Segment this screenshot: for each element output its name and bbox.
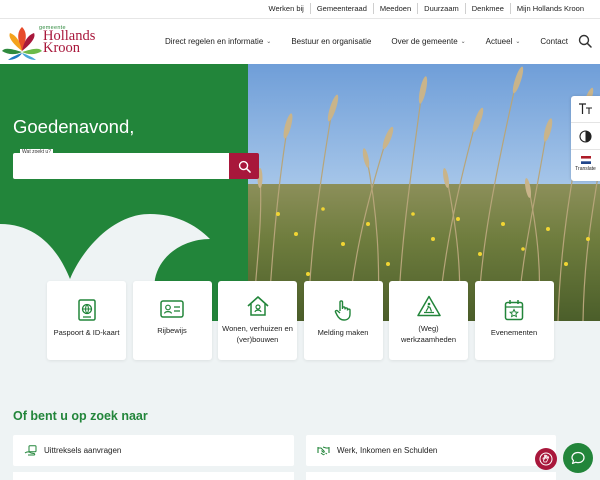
- text-size-icon: [579, 103, 592, 114]
- translate-label: Translate: [575, 165, 596, 172]
- nav-bestuur[interactable]: Bestuur en organisatie: [291, 37, 371, 46]
- logo[interactable]: gemeente Hollands Kroon: [2, 23, 102, 61]
- calendar-star-icon: [504, 300, 524, 321]
- link-label: Uittreksels aanvragen: [44, 446, 122, 455]
- id-card-icon: [160, 300, 184, 318]
- card-label: Wonen, verhuizen en (ver)bouwen: [222, 324, 293, 344]
- nav-actueel[interactable]: Actueel ⌄: [486, 37, 521, 46]
- search-icon[interactable]: [578, 34, 592, 48]
- greeting-heading: Goedenavond,: [13, 116, 135, 137]
- search-button[interactable]: [229, 153, 259, 179]
- handshake-icon: [317, 446, 330, 456]
- hand-gesture-icon: [539, 452, 553, 466]
- card-werkzaamheden[interactable]: (Weg) werkzaamheden: [389, 281, 468, 360]
- search-label: Wat zoekt u?: [20, 149, 53, 155]
- nav-direct-regelen[interactable]: Direct regelen en informatie ⌄: [165, 37, 271, 46]
- translate-button[interactable]: Translate: [571, 150, 600, 177]
- card-paspoort[interactable]: Paspoort & ID-kaart: [47, 281, 126, 360]
- topnav-meedoen[interactable]: Meedoen: [372, 3, 417, 14]
- main-navigation: Direct regelen en informatie ⌄ Bestuur e…: [165, 37, 588, 46]
- card-label: Melding maken: [317, 328, 369, 337]
- chevron-down-icon: ⌄: [515, 39, 521, 45]
- card-rijbewijs[interactable]: Rijbewijs: [132, 281, 212, 360]
- search-icon: [238, 160, 251, 173]
- logo-text: Hollands Kroon: [43, 28, 96, 56]
- card-label: Paspoort & ID-kaart: [53, 328, 120, 337]
- link-row-partial[interactable]: [306, 472, 556, 480]
- card-evenementen[interactable]: Evenementen: [474, 281, 554, 360]
- topnav-denkmee[interactable]: Denkmee: [464, 3, 510, 14]
- link-uittreksels[interactable]: Uittreksels aanvragen: [13, 435, 294, 466]
- card-label: Evenementen: [490, 328, 538, 337]
- site-header: gemeente Hollands Kroon Direct regelen e…: [0, 19, 600, 64]
- link-werk-inkomen[interactable]: Werk, Inkomen en Schulden: [306, 435, 556, 466]
- section-title: Of bent u op zoek naar: [13, 409, 148, 423]
- card-wonen[interactable]: Wonen, verhuizen en (ver)bouwen: [218, 281, 297, 360]
- text-size-button[interactable]: [571, 96, 600, 123]
- chat-bubble-icon: [571, 451, 585, 465]
- topnav-gemeenteraad[interactable]: Gemeenteraad: [309, 3, 373, 14]
- chevron-down-icon: ⌄: [266, 39, 272, 45]
- utility-bar: Werken bij Gemeenteraad Meedoen Duurzaam…: [0, 0, 600, 19]
- dutch-flag-icon: [580, 155, 591, 164]
- contrast-button[interactable]: [571, 123, 600, 150]
- card-label: Rijbewijs: [157, 326, 187, 335]
- nav-over-de-gemeente[interactable]: Over de gemeente ⌄: [391, 37, 465, 46]
- link-label: Werk, Inkomen en Schulden: [337, 446, 438, 455]
- contrast-icon: [579, 129, 592, 143]
- topnav-werken-bij[interactable]: Werken bij: [263, 3, 310, 14]
- passport-icon: [77, 299, 96, 321]
- house-icon: [246, 296, 269, 316]
- chevron-down-icon: ⌄: [460, 39, 466, 45]
- hand-document-icon: [24, 445, 37, 456]
- chat-button[interactable]: [563, 443, 593, 473]
- card-label: (Weg) werkzaamheden: [400, 324, 457, 344]
- accessibility-toolbar: Translate: [571, 96, 600, 181]
- link-row-partial[interactable]: [13, 472, 294, 480]
- hand-pointer-icon: [334, 300, 351, 321]
- quick-links: Paspoort & ID-kaart Rijbewijs Wonen, ver…: [47, 281, 560, 360]
- roadwork-icon: [416, 295, 441, 317]
- topnav-duurzaam[interactable]: Duurzaam: [417, 3, 465, 14]
- nav-contact[interactable]: Contact: [540, 37, 568, 46]
- hero-search-input[interactable]: [13, 153, 229, 179]
- sign-language-button[interactable]: [535, 448, 557, 470]
- card-melding[interactable]: Melding maken: [303, 281, 383, 360]
- topnav-mijn-hollands-kroon[interactable]: Mijn Hollands Kroon: [509, 3, 590, 14]
